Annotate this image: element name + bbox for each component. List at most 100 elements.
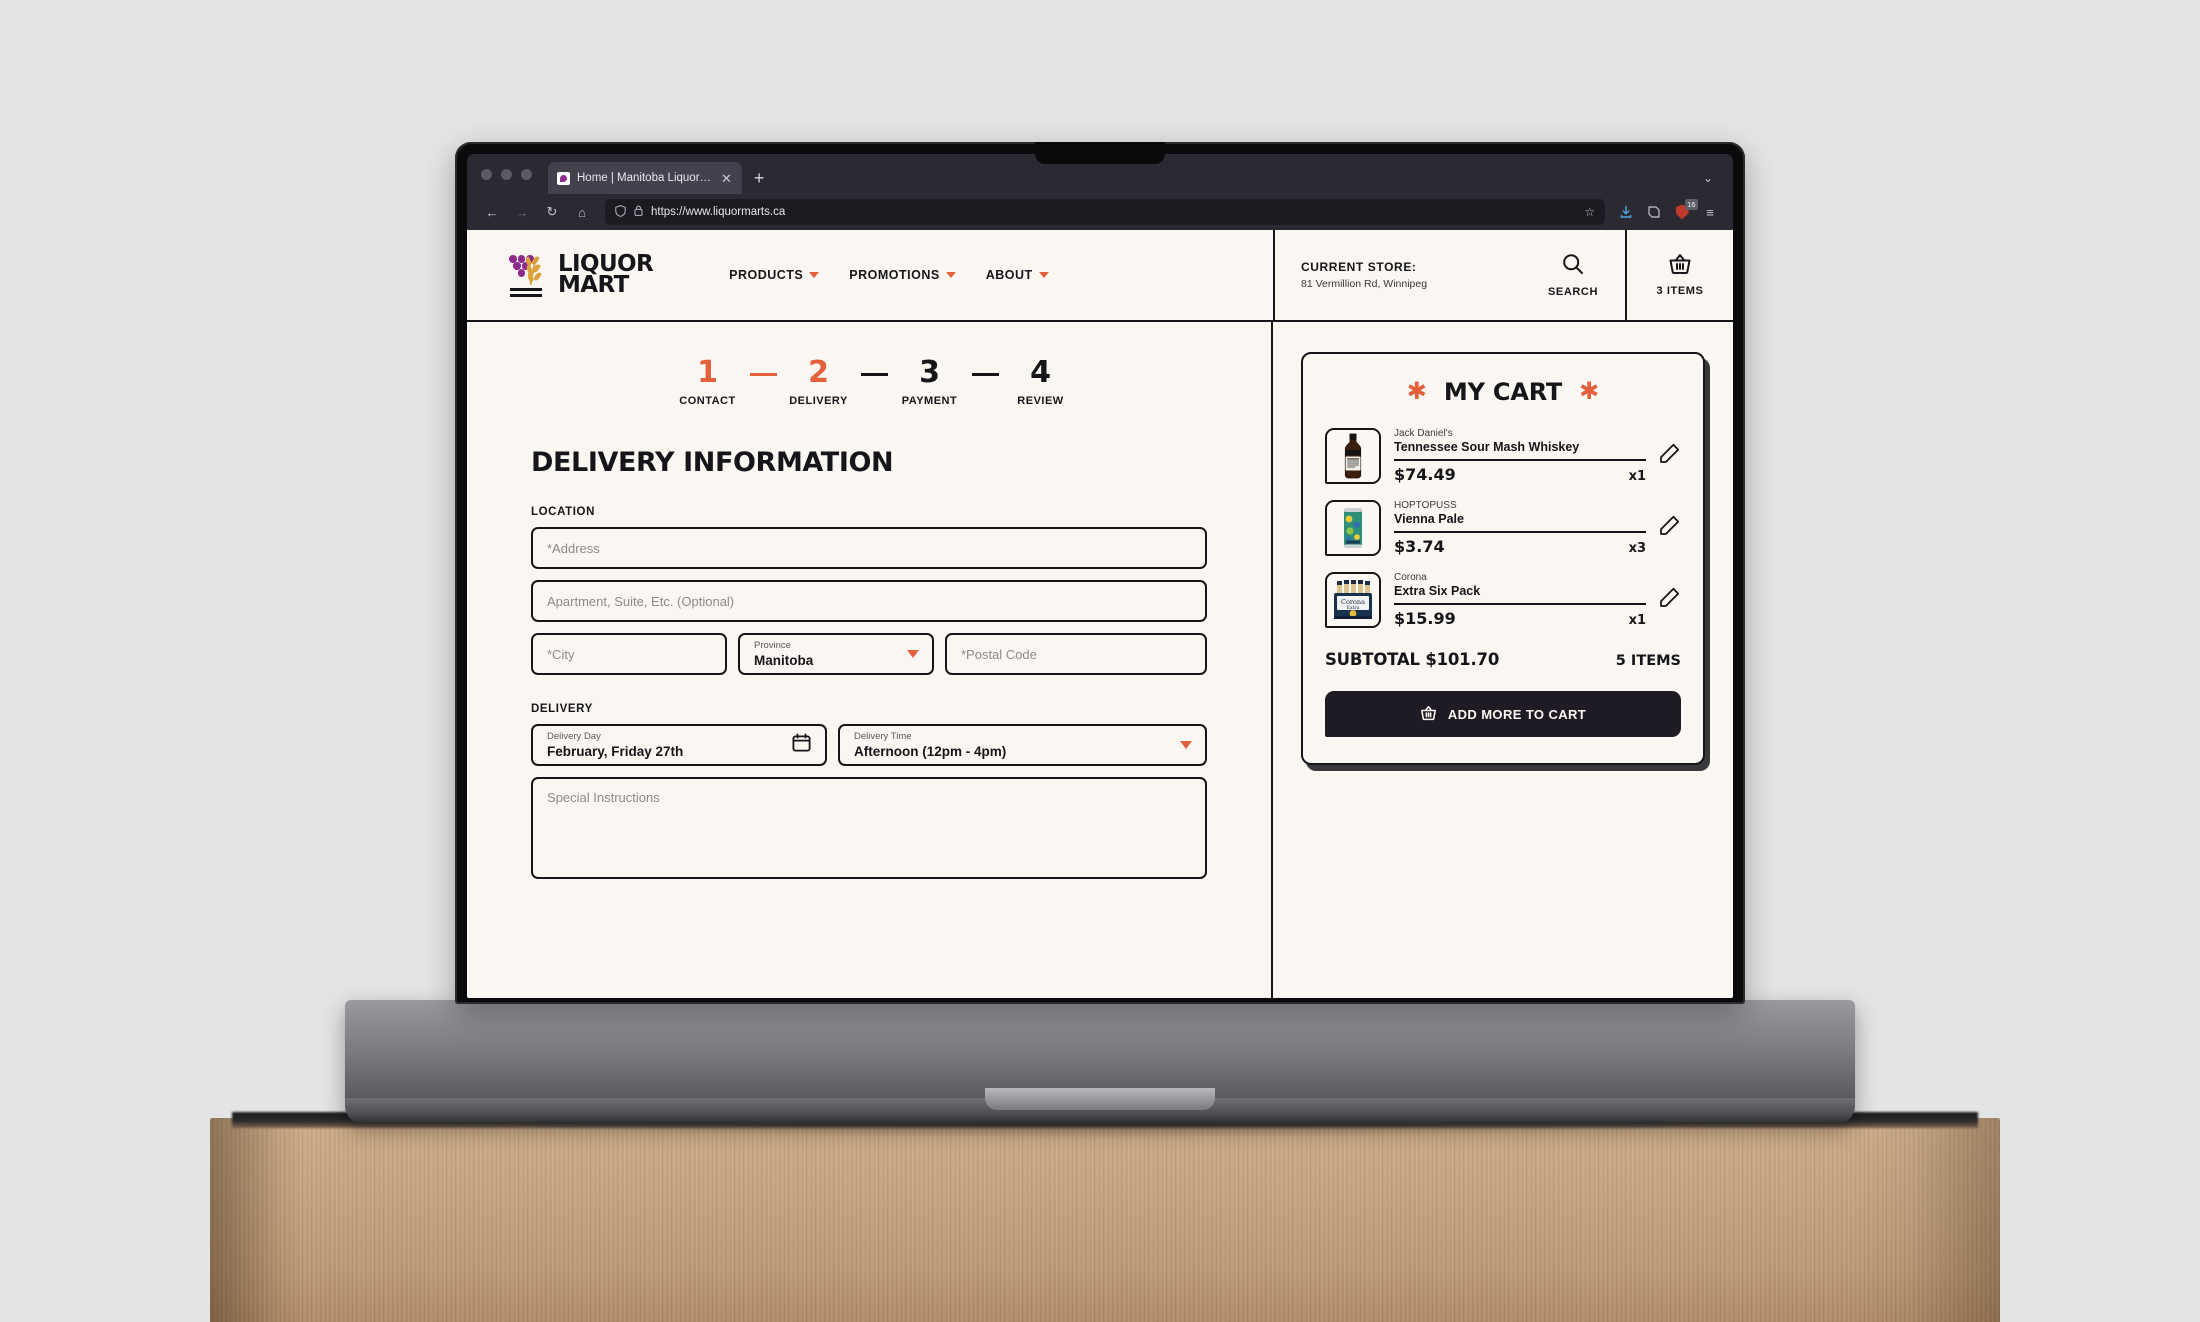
price-quantity-row: $15.99 x1 [1394, 609, 1646, 628]
close-window-button[interactable] [481, 168, 492, 180]
price-quantity-row: $3.74 x3 [1394, 537, 1646, 556]
bookmark-star-icon[interactable]: ☆ [1584, 205, 1595, 219]
home-button[interactable]: ⌂ [567, 198, 597, 226]
url-text: https://www.liquormarts.ca [651, 206, 786, 218]
forward-button[interactable]: → [507, 198, 537, 226]
step-label: CONTACT [679, 395, 736, 407]
reload-button[interactable]: ↻ [537, 198, 567, 226]
svg-text:Extra: Extra [1347, 605, 1360, 611]
scene: Home | Manitoba Liquor Mart ✕ + ⌄ ← → ↻ … [0, 0, 2200, 1322]
laptop-lid: Home | Manitoba Liquor Mart ✕ + ⌄ ← → ↻ … [455, 142, 1745, 1004]
current-store-block[interactable]: CURRENT STORE: 81 Vermillion Rd, Winnipe… [1273, 230, 1521, 320]
product-brand: Jack Daniel's [1394, 428, 1453, 439]
tracking-protection-icon[interactable]: 16 [1669, 199, 1698, 223]
step-payment[interactable]: 3 PAYMENT [888, 358, 972, 408]
province-select[interactable]: Province Manitoba [738, 633, 934, 675]
product-name: Extra Six Pack [1394, 584, 1481, 598]
special-instructions-textarea[interactable]: Special Instructions [531, 777, 1207, 879]
edit-pencil-icon[interactable] [1659, 587, 1681, 613]
address-field[interactable]: *Address [531, 527, 1207, 569]
cart-subtotal-row: SUBTOTAL $101.70 5 ITEMS [1325, 650, 1681, 669]
browser-menu-icon[interactable]: ≡ [1697, 198, 1723, 226]
address-bar[interactable]: https://www.liquormarts.ca ☆ [605, 199, 1605, 225]
checkout-form-column: 1 CONTACT 2 DELIVERY 3 PAYMENT 4 REVIEW … [467, 322, 1273, 998]
site-header: LIQUOR MART PRODUCTS PROMOTIONS ABOUT CU… [467, 230, 1733, 322]
pocket-icon[interactable] [1641, 198, 1667, 226]
basket-icon [1420, 705, 1437, 724]
product-name: Tennessee Sour Mash Whiskey [1394, 440, 1580, 454]
logo-underline-bars [510, 285, 542, 297]
cart-item-details: Jack Daniel's Tennessee Sour Mash Whiske… [1394, 428, 1646, 484]
wheat-icon [524, 254, 542, 286]
calendar-icon[interactable] [792, 733, 811, 757]
product-brand: HOPTOPUSS [1394, 500, 1457, 511]
chevron-down-icon [907, 650, 919, 658]
checkout-body: 1 CONTACT 2 DELIVERY 3 PAYMENT 4 REVIEW … [467, 322, 1733, 998]
product-thumbnail[interactable] [1325, 500, 1381, 556]
step-connector-3 [971, 373, 999, 376]
asterisk-icon-left: ✱ [1406, 378, 1427, 405]
chevron-down-icon [809, 272, 820, 278]
browser-tab[interactable]: Home | Manitoba Liquor Mart ✕ [548, 162, 742, 194]
step-connector-1 [749, 373, 777, 376]
step-contact[interactable]: 1 CONTACT [666, 358, 750, 408]
close-tab-icon[interactable]: ✕ [719, 172, 734, 185]
step-delivery[interactable]: 2 DELIVERY [777, 358, 861, 408]
search-button[interactable]: SEARCH [1521, 230, 1625, 320]
chevron-down-icon [945, 272, 956, 278]
search-label: SEARCH [1547, 286, 1599, 298]
laptop-lid-notch-grip [985, 1088, 1215, 1110]
chevron-down-icon[interactable]: ⌄ [1703, 162, 1723, 194]
lock-icon [634, 205, 643, 219]
delivery-day-value: February, Friday 27th [547, 743, 684, 759]
province-value: Manitoba [754, 652, 814, 668]
whiskey-bottle-icon [1344, 433, 1362, 479]
cart-items-count: 3 ITEMS [1656, 285, 1704, 297]
new-tab-button[interactable]: + [742, 162, 777, 194]
nav-item-promotions[interactable]: PROMOTIONS [849, 268, 956, 282]
chevron-down-icon [1180, 741, 1192, 749]
website-viewport: LIQUOR MART PRODUCTS PROMOTIONS ABOUT CU… [467, 230, 1733, 998]
edit-pencil-icon[interactable] [1659, 443, 1681, 469]
cart-button[interactable]: 3 ITEMS [1625, 230, 1733, 320]
location-group-label: LOCATION [531, 506, 595, 518]
product-quantity: x1 [1628, 469, 1646, 484]
postal-code-field[interactable]: *Postal Code [945, 633, 1207, 675]
product-price: $74.49 [1394, 465, 1456, 484]
city-field[interactable]: *City [531, 633, 727, 675]
cart-title-row: ✱ MY CART ✱ [1325, 378, 1681, 406]
add-more-to-cart-label: ADD MORE TO CART [1447, 706, 1587, 722]
cart-items-total: 5 ITEMS [1615, 653, 1681, 669]
apartment-field[interactable]: Apartment, Suite, Etc. (Optional) [531, 580, 1207, 622]
delivery-day-time-row: Delivery Day February, Friday 27th Deliv… [531, 724, 1207, 766]
maximize-window-button[interactable] [521, 168, 532, 180]
cart-item-details: HOPTOPUSS Vienna Pale $3.74 x3 [1394, 500, 1646, 556]
window-controls[interactable] [481, 154, 532, 194]
product-thumbnail[interactable] [1325, 428, 1381, 484]
download-icon[interactable] [1613, 198, 1639, 226]
svg-text:Corona: Corona [1341, 598, 1365, 606]
site-logo[interactable]: LIQUOR MART [509, 252, 654, 297]
apartment-placeholder: Apartment, Suite, Etc. (Optional) [547, 593, 735, 609]
city-province-postal-row: *City Province Manitoba *Postal Code [531, 633, 1207, 675]
minimize-window-button[interactable] [501, 168, 512, 180]
shield-icon[interactable] [615, 204, 626, 220]
edit-pencil-icon[interactable] [1659, 515, 1681, 541]
price-quantity-row: $74.49 x1 [1394, 465, 1646, 484]
add-more-to-cart-button[interactable]: ADD MORE TO CART [1325, 691, 1681, 737]
cart-item: Corona Extra Corona Extra Six Pack $15.9… [1325, 572, 1681, 628]
delivery-time-select[interactable]: Delivery Time Afternoon (12pm - 4pm) [838, 724, 1207, 766]
divider [1394, 603, 1646, 605]
cart-column: ✱ MY CART ✱ Jack Daniel's Tennessee Sour… [1273, 322, 1733, 998]
nav-label-promotions: PROMOTIONS [849, 268, 940, 282]
product-thumbnail[interactable]: Corona Extra [1325, 572, 1381, 628]
nav-item-about[interactable]: ABOUT [986, 268, 1049, 282]
nav-item-products[interactable]: PRODUCTS [729, 268, 820, 282]
postal-code-placeholder: *Postal Code [961, 646, 1037, 662]
divider [1394, 531, 1646, 533]
step-review[interactable]: 4 REVIEW [999, 358, 1083, 408]
delivery-group-label: DELIVERY [531, 703, 593, 715]
special-instructions-placeholder: Special Instructions [547, 790, 660, 805]
back-button[interactable]: ← [477, 198, 507, 226]
delivery-day-field[interactable]: Delivery Day February, Friday 27th [531, 724, 827, 766]
